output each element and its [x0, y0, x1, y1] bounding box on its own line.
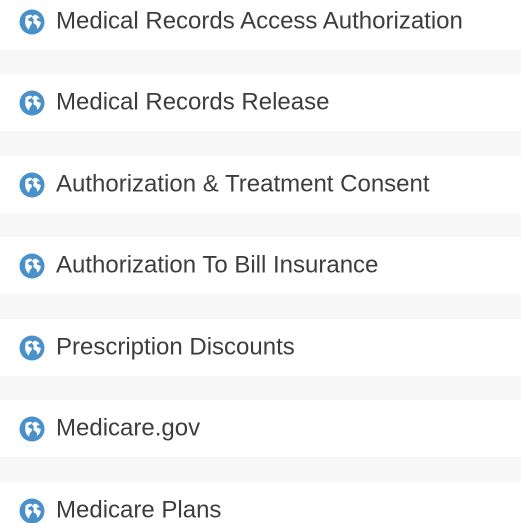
link-medicare-plans[interactable]: Medicare Plans: [0, 482, 521, 523]
globe-icon: [19, 416, 45, 442]
link-label: Medical Records Release: [56, 87, 330, 115]
link-label: Authorization & Treatment Consent: [56, 169, 430, 197]
globe-icon: [19, 335, 45, 361]
link-authorization-treatment-consent[interactable]: Authorization & Treatment Consent: [0, 156, 521, 213]
link-authorization-to-bill-insurance[interactable]: Authorization To Bill Insurance: [0, 237, 521, 294]
globe-icon: [19, 90, 45, 116]
link-medicare-gov[interactable]: Medicare.gov: [0, 400, 521, 457]
globe-icon: [19, 9, 45, 35]
globe-icon: [19, 172, 45, 198]
link-label: Prescription Discounts: [56, 332, 295, 360]
link-label: Medical Records Access Authorization: [56, 6, 463, 34]
link-prescription-discounts[interactable]: Prescription Discounts: [0, 319, 521, 376]
link-label: Authorization To Bill Insurance: [56, 250, 379, 278]
link-medical-records-release[interactable]: Medical Records Release: [0, 74, 521, 131]
link-label: Medicare Plans: [56, 495, 222, 523]
link-medical-records-access-authorization[interactable]: Medical Records Access Authorization: [0, 0, 521, 50]
globe-icon: [19, 253, 45, 279]
link-label: Medicare.gov: [56, 413, 201, 441]
globe-icon: [19, 498, 45, 523]
resource-link-list: Medical Records Access Authorization Med…: [0, 0, 521, 523]
